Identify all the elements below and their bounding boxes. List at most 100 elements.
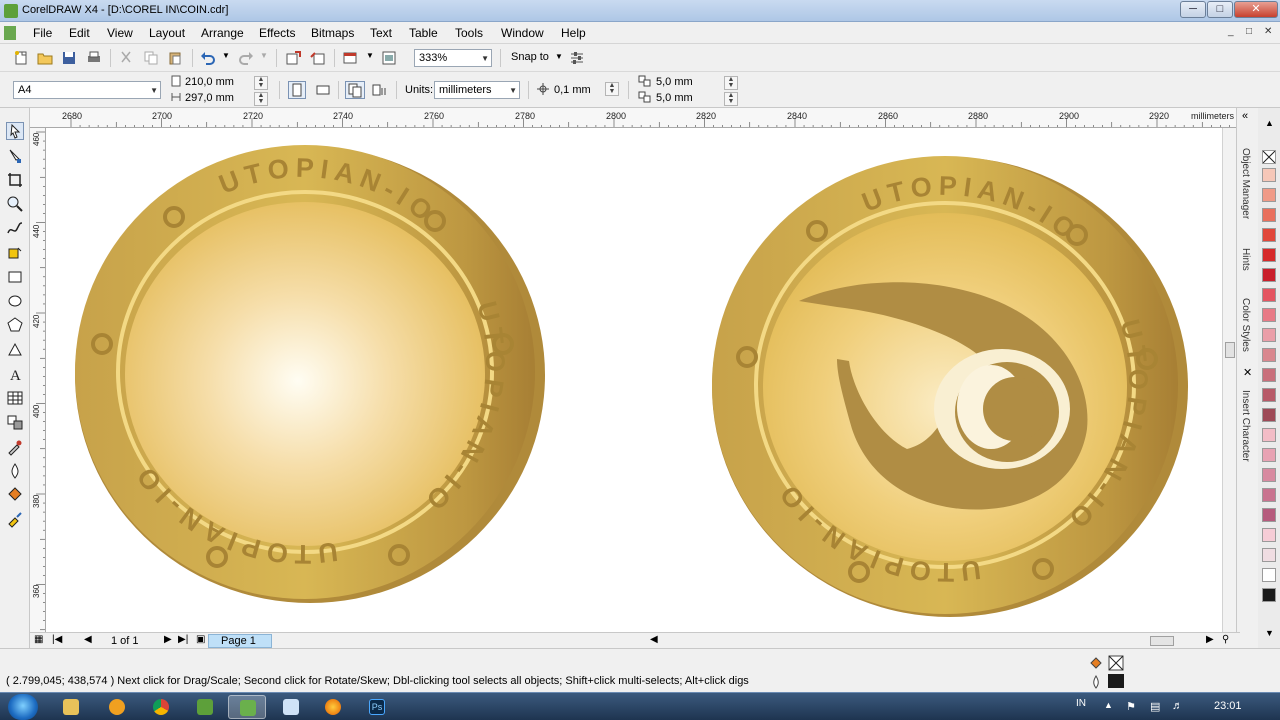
taskbar-notepad[interactable] [272, 695, 310, 719]
hscroll-right-icon[interactable]: ▶ [1206, 634, 1214, 645]
menu-view[interactable]: View [107, 26, 133, 40]
portrait-orientation-icon[interactable] [288, 81, 306, 99]
undo-icon[interactable] [200, 50, 216, 66]
outline-tool-icon[interactable] [6, 462, 24, 480]
palette-swatch[interactable] [1262, 368, 1276, 382]
menu-text[interactable]: Text [370, 26, 392, 40]
menu-file[interactable]: File [33, 26, 52, 40]
redo-dropdown-icon[interactable]: ▼ [260, 51, 268, 60]
paper-type-select[interactable]: A4 ▼ [13, 81, 161, 99]
palette-swatch[interactable] [1262, 248, 1276, 262]
palette-swatch[interactable] [1262, 208, 1276, 222]
palette-swatch[interactable] [1262, 188, 1276, 202]
freehand-tool-icon[interactable] [6, 219, 24, 237]
horizontal-scroll-thumb[interactable] [1150, 636, 1174, 646]
taskbar-chrome[interactable] [142, 695, 180, 719]
taskbar-corel-capture[interactable] [186, 695, 224, 719]
drawing-canvas[interactable]: UTOPIAN-IO UTOPIAN-IO UTOPIAN-IO UTOPIAN… [47, 129, 1223, 632]
units-select[interactable]: millimeters ▼ [434, 81, 520, 99]
fill-indicator-icon[interactable] [1088, 655, 1104, 671]
all-pages-icon[interactable] [345, 81, 365, 99]
coin-front[interactable]: UTOPIAN-IO UTOPIAN-IO UTOPIAN-IO [75, 145, 545, 603]
outline-color-swatch[interactable] [1108, 674, 1124, 688]
export-icon[interactable] [310, 50, 326, 66]
close-docker-icon[interactable]: ✕ [1243, 366, 1252, 379]
menu-layout[interactable]: Layout [149, 26, 185, 40]
palette-swatch[interactable] [1262, 408, 1276, 422]
launcher-dropdown-icon[interactable]: ▼ [366, 51, 374, 60]
menu-help[interactable]: Help [561, 26, 586, 40]
coin-back[interactable]: UTOPIAN-IO UTOPIAN-IO UTOPIAN-IO [712, 156, 1188, 617]
minimize-button[interactable]: ─ [1180, 1, 1206, 18]
zoom-navigator-icon[interactable]: ⚲ [1222, 634, 1229, 645]
show-hidden-icons[interactable]: ▲ [1104, 700, 1113, 710]
doc-minimize-button[interactable]: _ [1228, 26, 1234, 37]
crop-tool-icon[interactable] [6, 171, 24, 189]
outline-indicator-icon[interactable] [1088, 674, 1104, 690]
collapse-dockers-icon[interactable]: « [1242, 110, 1248, 122]
palette-swatch[interactable] [1262, 308, 1276, 322]
palette-swatch[interactable] [1262, 588, 1276, 602]
vertical-ruler[interactable]: 460 440 420 400 380 360 [30, 128, 46, 632]
fill-tool-icon[interactable] [6, 486, 24, 504]
duplicate-x-spinner[interactable]: ▲ ▼ [724, 76, 738, 90]
previous-page-button[interactable]: ◀ [84, 634, 92, 645]
palette-swatch[interactable] [1262, 508, 1276, 522]
add-page-icon[interactable]: ▣ [196, 634, 205, 645]
palette-swatch[interactable] [1262, 388, 1276, 402]
palette-swatch[interactable] [1262, 568, 1276, 582]
no-fill-swatch-icon[interactable] [1108, 655, 1124, 671]
page-height-field[interactable]: 297,0 mm [185, 92, 234, 104]
table-tool-icon[interactable] [6, 389, 24, 407]
options-icon[interactable] [569, 50, 585, 66]
palette-swatch[interactable] [1262, 528, 1276, 542]
print-icon[interactable] [86, 50, 102, 66]
action-center-icon[interactable]: ⚑ [1126, 700, 1136, 713]
palette-swatch[interactable] [1262, 268, 1276, 282]
start-button[interactable] [8, 694, 38, 720]
next-page-button[interactable]: ▶ [164, 634, 172, 645]
duplicate-y-spinner[interactable]: ▲ ▼ [724, 92, 738, 106]
volume-icon[interactable]: ♬ [1172, 700, 1183, 712]
palette-swatch[interactable] [1262, 448, 1276, 462]
hscroll-left-icon[interactable]: ◀ [650, 634, 658, 645]
no-color-swatch[interactable] [1262, 150, 1276, 164]
menu-bitmaps[interactable]: Bitmaps [311, 26, 354, 40]
docker-tab-insert-character[interactable]: Insert Character [1240, 390, 1251, 462]
polygon-tool-icon[interactable] [6, 316, 24, 334]
width-spinner[interactable]: ▲ ▼ [254, 76, 268, 90]
taskbar-explorer[interactable] [52, 695, 90, 719]
document-icon[interactable] [4, 26, 16, 40]
open-folder-icon[interactable] [37, 50, 53, 66]
duplicate-distance-x-field[interactable]: 5,0 mm [656, 76, 693, 88]
welcome-screen-icon[interactable] [381, 50, 397, 66]
new-document-icon[interactable] [13, 50, 29, 66]
taskbar-firefox[interactable] [314, 695, 352, 719]
taskbar-photoshop[interactable]: Ps [358, 695, 396, 719]
zoom-page-icon[interactable]: ▦ [34, 634, 43, 645]
maximize-button[interactable]: □ [1207, 1, 1233, 18]
paste-icon[interactable] [167, 50, 183, 66]
current-page-icon[interactable] [370, 81, 388, 99]
ellipse-tool-icon[interactable] [6, 292, 24, 310]
doc-close-button[interactable]: ✕ [1264, 26, 1272, 37]
import-icon[interactable] [285, 50, 301, 66]
landscape-orientation-icon[interactable] [314, 81, 332, 99]
menu-effects[interactable]: Effects [259, 26, 295, 40]
taskbar-media-player[interactable] [98, 695, 136, 719]
height-spinner[interactable]: ▲ ▼ [254, 92, 268, 106]
zoom-level-select[interactable]: 333% ▼ [414, 49, 492, 67]
text-tool-icon[interactable]: A [6, 365, 24, 383]
menu-window[interactable]: Window [501, 26, 544, 40]
palette-scroll-down-icon[interactable]: ▼ [1265, 628, 1274, 638]
taskbar-coreldraw[interactable] [228, 695, 266, 719]
network-icon[interactable]: ▤ [1150, 700, 1160, 713]
undo-dropdown-icon[interactable]: ▼ [222, 51, 230, 60]
page-width-field[interactable]: 210,0 mm [185, 76, 234, 88]
shape-tool-icon[interactable] [6, 147, 24, 165]
palette-swatch[interactable] [1262, 288, 1276, 302]
vertical-scroll-thumb[interactable] [1225, 342, 1235, 358]
blend-tool-icon[interactable] [6, 413, 24, 431]
menu-table[interactable]: Table [409, 26, 438, 40]
menu-arrange[interactable]: Arrange [201, 26, 244, 40]
